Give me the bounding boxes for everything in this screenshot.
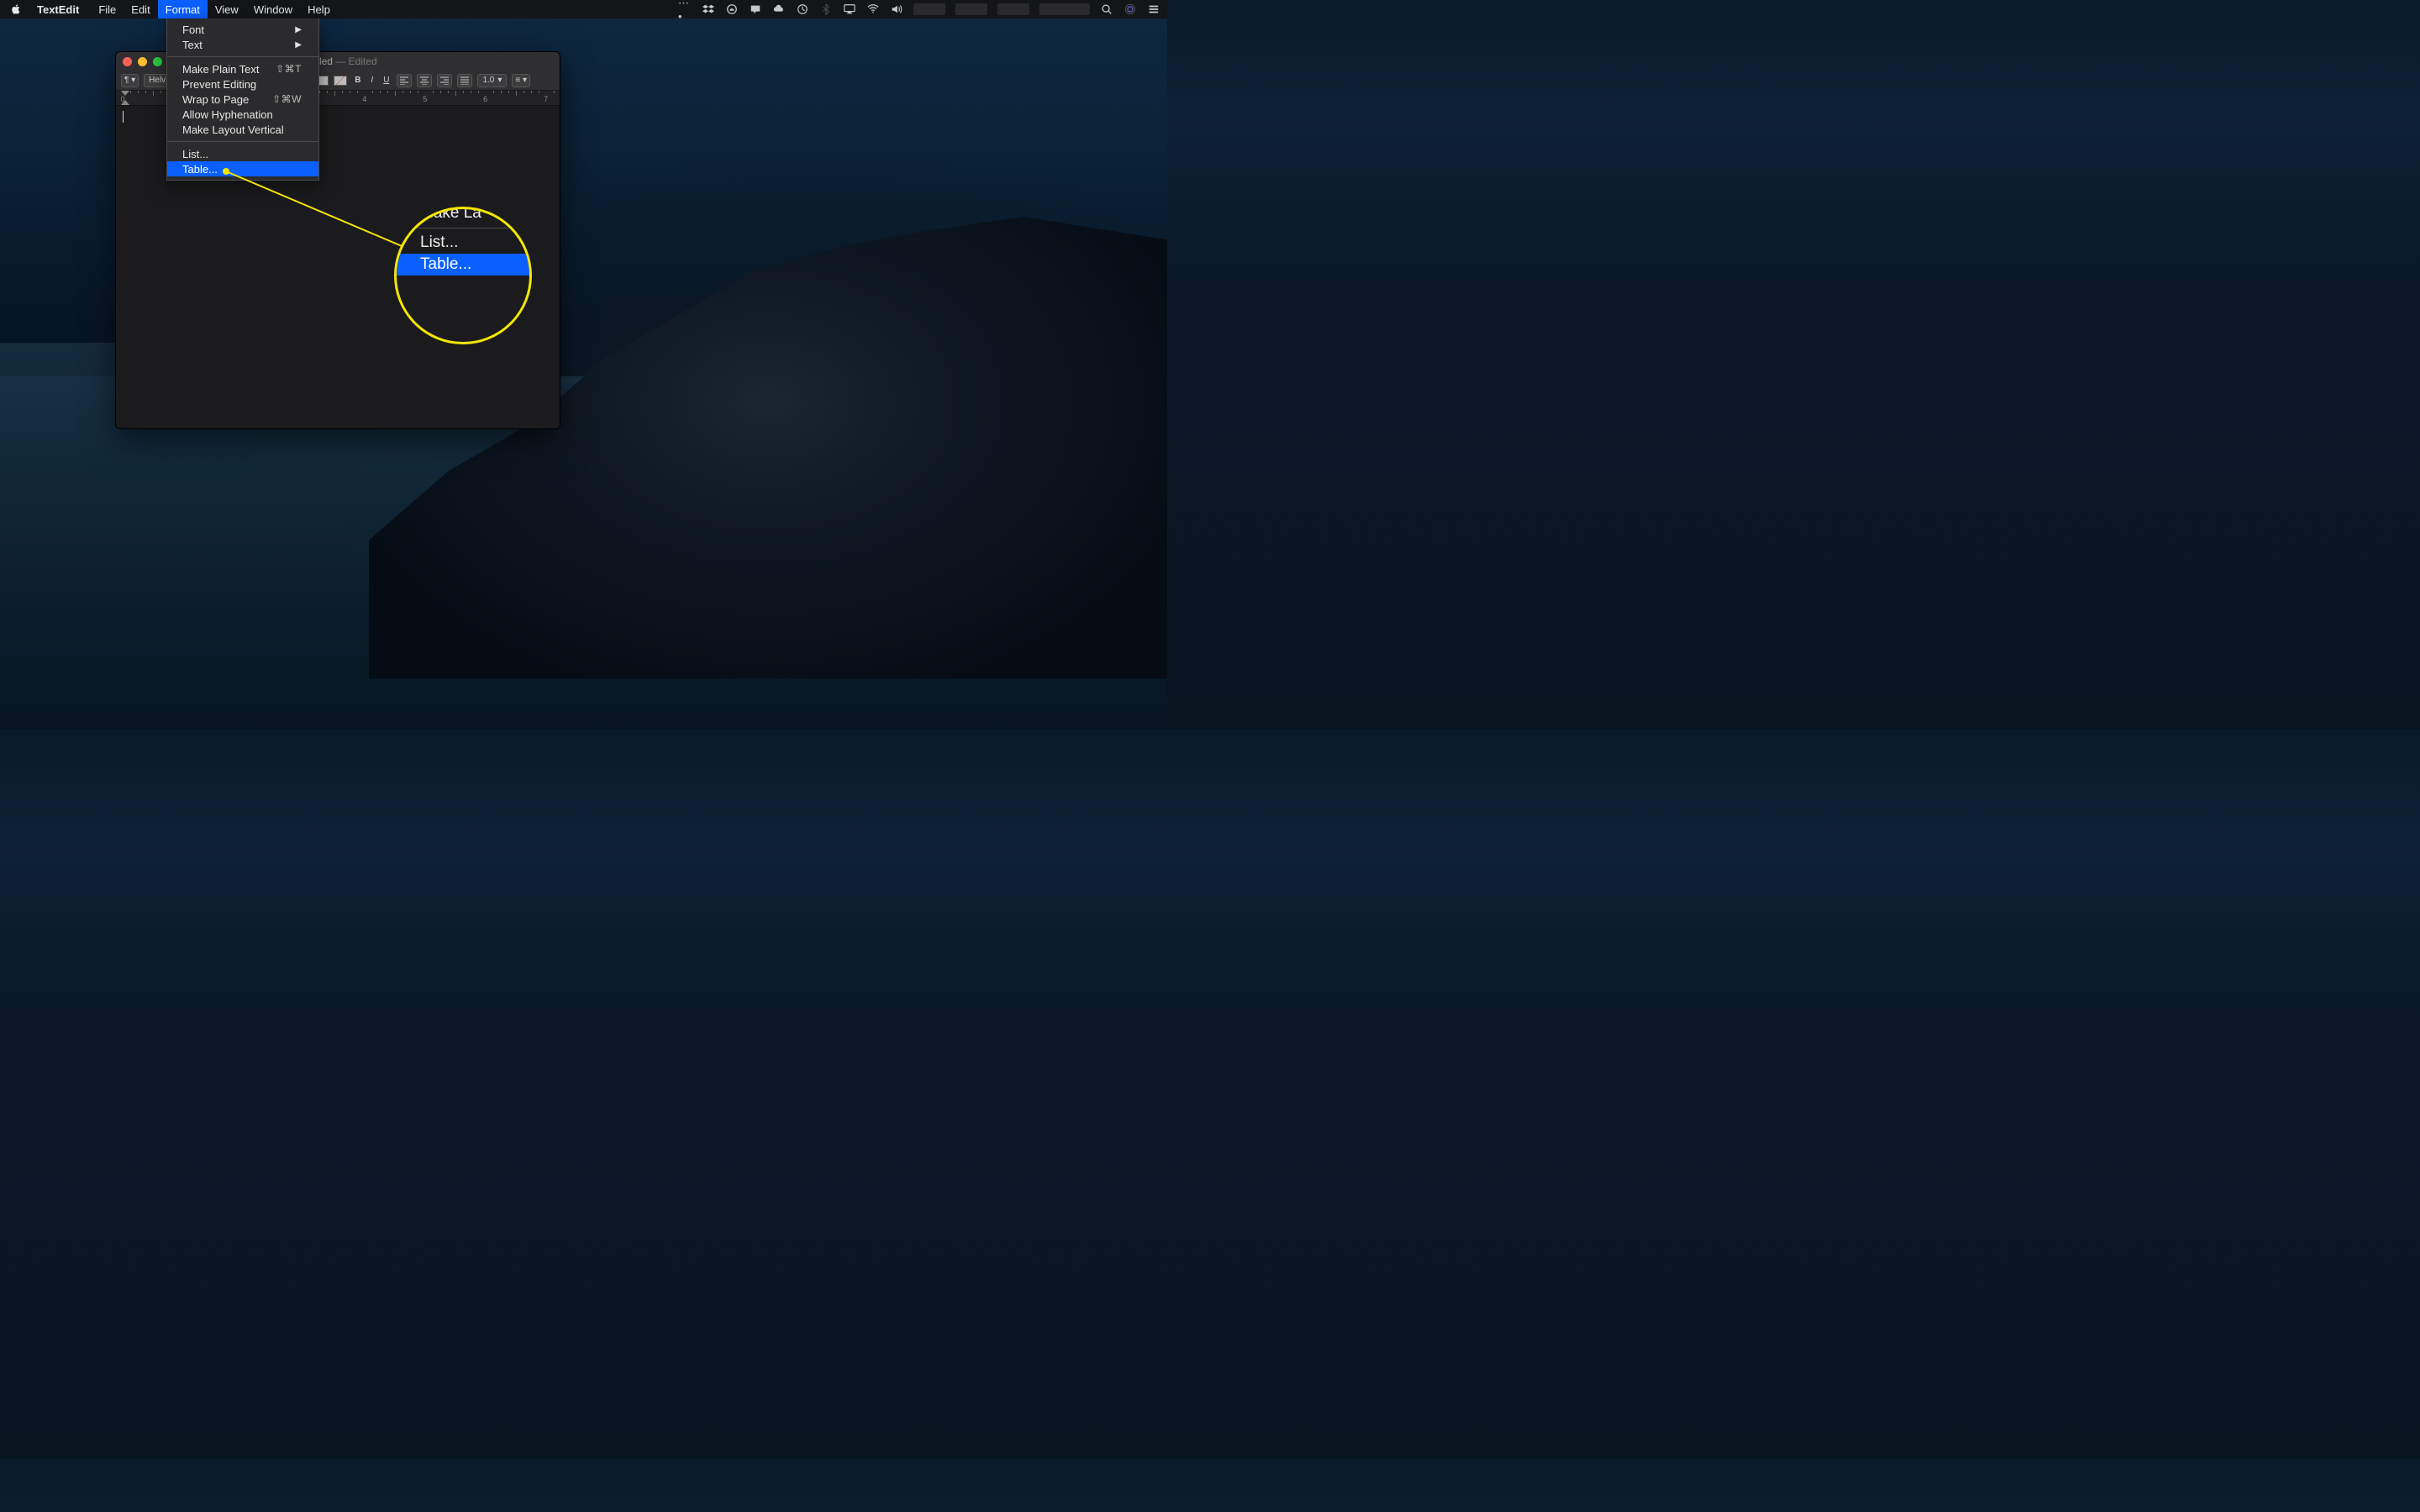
menu-make-layout-vertical[interactable]: Make Layout Vertical bbox=[167, 122, 318, 137]
status-redacted bbox=[913, 3, 945, 15]
app-name[interactable]: TextEdit bbox=[30, 3, 86, 16]
status-redacted bbox=[1039, 3, 1090, 15]
menu-label: Font bbox=[182, 24, 204, 36]
spotlight-icon[interactable] bbox=[1100, 3, 1113, 16]
align-right-button[interactable] bbox=[437, 74, 452, 87]
menu-table[interactable]: Table... bbox=[167, 161, 318, 176]
menu-wrap-to-page[interactable]: Wrap to Page ⇧⌘W bbox=[167, 92, 318, 107]
menu-list[interactable]: List... bbox=[167, 146, 318, 161]
menubar: TextEdit File Edit Format View Window He… bbox=[0, 0, 1167, 18]
menu-label: Make Layout Vertical bbox=[182, 123, 284, 136]
menu-label: Make Plain Text bbox=[182, 63, 260, 76]
cloud-icon[interactable] bbox=[772, 3, 786, 16]
menu-label: Prevent Editing bbox=[182, 78, 256, 91]
ruler-number: 5 bbox=[423, 95, 427, 103]
menu-allow-hyphenation[interactable]: Allow Hyphenation bbox=[167, 107, 318, 122]
italic-button[interactable]: I bbox=[368, 76, 376, 85]
menu-label: Table... bbox=[182, 163, 218, 176]
dropbox-icon[interactable] bbox=[702, 3, 715, 16]
menu-shortcut: ⇧⌘T bbox=[276, 63, 302, 75]
menu-file[interactable]: File bbox=[91, 0, 124, 18]
paragraph-style-select[interactable]: ¶ ▾ bbox=[121, 74, 139, 87]
status-redacted bbox=[997, 3, 1029, 15]
menu-font[interactable]: Font ▶ bbox=[167, 22, 318, 37]
menu-label: Allow Hyphenation bbox=[182, 108, 273, 121]
menu-label: Text bbox=[182, 39, 203, 51]
menu-text[interactable]: Text ▶ bbox=[167, 37, 318, 52]
menu-separator bbox=[167, 141, 318, 142]
status-redacted bbox=[955, 3, 987, 15]
zoom-callout: Make La List... Table... bbox=[394, 207, 532, 344]
menu-shortcut: ⇧⌘W bbox=[272, 93, 302, 105]
menu-label: Wrap to Page bbox=[182, 93, 249, 106]
menu-format[interactable]: Format bbox=[158, 0, 208, 18]
zoom-menu-table: Table... bbox=[397, 254, 529, 276]
text-cursor bbox=[123, 111, 124, 123]
zoom-partial-text: Make La bbox=[397, 207, 529, 224]
creative-cloud-icon[interactable] bbox=[725, 3, 739, 16]
notification-icon[interactable] bbox=[749, 3, 762, 16]
control-center-icon[interactable] bbox=[1147, 3, 1160, 16]
format-menu-dropdown: Font ▶ Text ▶ Make Plain Text ⇧⌘T Preven… bbox=[166, 18, 319, 181]
airplay-icon[interactable] bbox=[843, 3, 856, 16]
menu-window[interactable]: Window bbox=[246, 0, 300, 18]
edited-indicator: — Edited bbox=[335, 55, 376, 67]
ruler-number: 7 bbox=[544, 95, 548, 103]
dots-icon[interactable]: ⋯• bbox=[678, 3, 692, 16]
ruler-number: 6 bbox=[483, 95, 487, 103]
menu-edit[interactable]: Edit bbox=[124, 0, 157, 18]
menu-make-plain-text[interactable]: Make Plain Text ⇧⌘T bbox=[167, 61, 318, 76]
zoom-menu-list: List... bbox=[397, 232, 529, 254]
bold-button[interactable]: B bbox=[352, 76, 363, 85]
bluetooth-icon[interactable] bbox=[819, 3, 833, 16]
list-style-select[interactable]: ≡ ▾ bbox=[512, 74, 530, 87]
ruler-number: 4 bbox=[362, 95, 366, 103]
align-center-button[interactable] bbox=[417, 74, 432, 87]
menu-prevent-editing[interactable]: Prevent Editing bbox=[167, 76, 318, 92]
submenu-arrow-icon: ▶ bbox=[295, 40, 302, 50]
menubar-right: ⋯• bbox=[678, 3, 1160, 16]
underline-button[interactable]: U bbox=[381, 76, 392, 85]
volume-icon[interactable] bbox=[890, 3, 903, 16]
submenu-arrow-icon: ▶ bbox=[295, 25, 302, 34]
siri-icon[interactable] bbox=[1123, 3, 1137, 16]
menu-view[interactable]: View bbox=[208, 0, 246, 18]
apple-logo-icon[interactable] bbox=[10, 3, 22, 15]
ruler-number: 0 bbox=[120, 95, 124, 103]
align-left-button[interactable] bbox=[397, 74, 412, 87]
align-justify-button[interactable] bbox=[457, 74, 472, 87]
line-spacing-select[interactable]: 1.0 ▾ bbox=[477, 74, 507, 87]
menu-separator bbox=[167, 56, 318, 57]
wifi-icon[interactable] bbox=[866, 3, 880, 16]
highlight-color-swatch[interactable] bbox=[334, 76, 347, 86]
menu-help[interactable]: Help bbox=[300, 0, 338, 18]
menu-label: List... bbox=[182, 148, 208, 160]
time-machine-icon[interactable] bbox=[796, 3, 809, 16]
